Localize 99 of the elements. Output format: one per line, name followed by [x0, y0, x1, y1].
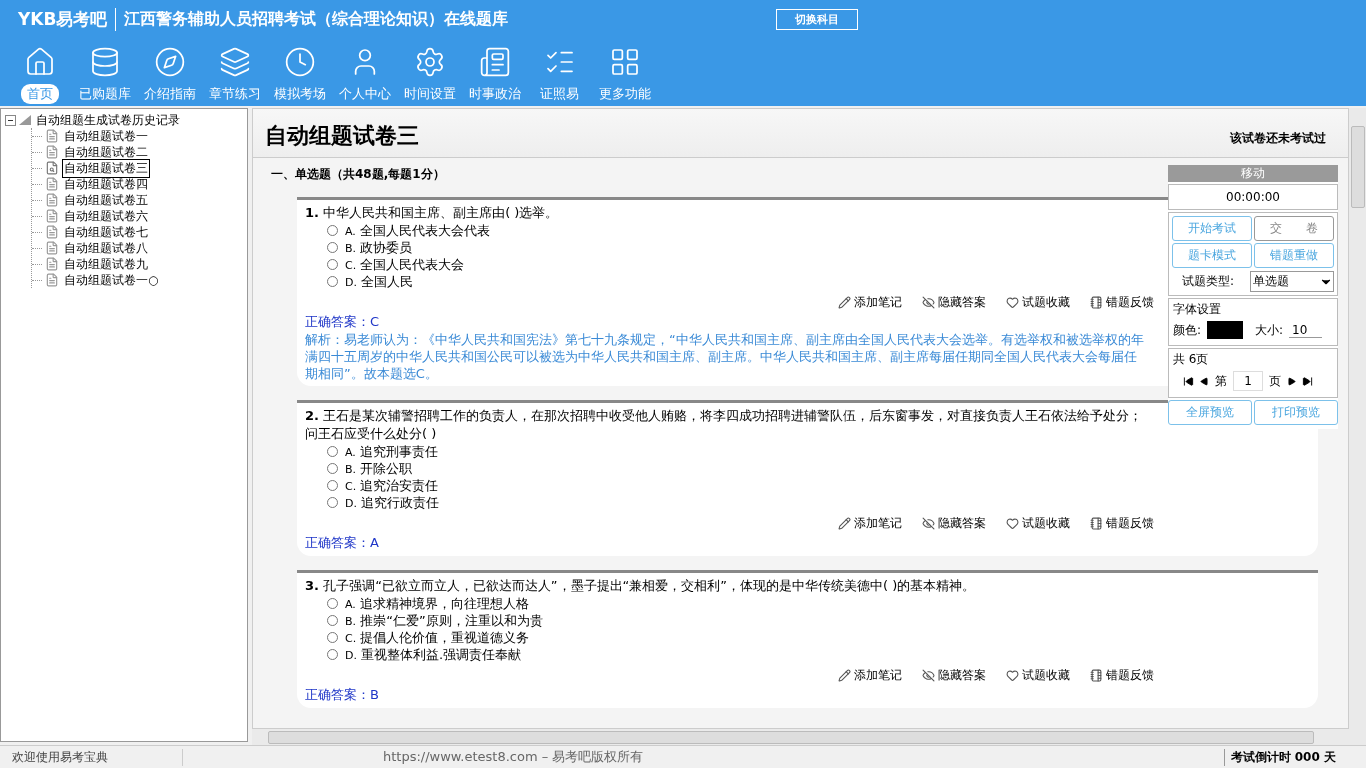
document-icon [45, 225, 59, 239]
document-icon [45, 257, 59, 271]
panel-button[interactable]: 交 卷 [1254, 216, 1334, 241]
type-label: 试题类型: [1182, 273, 1235, 290]
radio-button[interactable] [327, 225, 338, 236]
question-action-link[interactable]: 隐藏答案 [922, 667, 986, 684]
vertical-scrollbar[interactable] [1349, 108, 1366, 729]
previous-page-icon[interactable] [1200, 376, 1209, 386]
last-page-icon[interactable] [1302, 375, 1313, 387]
exam-countdown: 考试倒计时 000 天 [1223, 748, 1336, 766]
radio-button[interactable] [327, 242, 338, 253]
question-action-link[interactable]: 隐藏答案 [922, 515, 986, 532]
document-icon [45, 129, 59, 143]
question-stem: 2. 王石是某次辅警招聘工作的负责人，在那次招聘中收受他人贿赂，将李四成功招聘进辅警队伍，后东窗事发，对直接负责人王石依法给予处分；问王石应受什么处分( ) [305, 407, 1144, 443]
correct-answer: 正确答案：C [305, 313, 380, 331]
option-text: A. 全国人民代表大会代表 [345, 221, 490, 240]
radio-button[interactable] [327, 598, 338, 609]
question-stem: 1. 中华人民共和国主席、副主席由( )选举。 [305, 204, 559, 222]
hidden-eye-icon [922, 517, 935, 530]
question-stem: 3. 孔子强调“已欲立而立人，已欲达而达人”，墨子提出“兼相爱，交相利”，体现的是中华传统美德中( )的基本精神。 [305, 577, 976, 595]
document-icon [45, 177, 59, 191]
compass-icon[interactable] [153, 46, 186, 78]
heart-icon [1006, 517, 1019, 530]
welcome-text: 欢迎使用易考宝典 [0, 748, 183, 766]
option-text: B. 开除公职 [345, 459, 413, 478]
radio-button[interactable] [327, 276, 338, 287]
radio-button[interactable] [327, 649, 338, 660]
question-action-link[interactable]: 隐藏答案 [922, 294, 986, 311]
hidden-eye-icon [922, 296, 935, 309]
heart-icon [1006, 669, 1019, 682]
radio-button[interactable] [327, 480, 338, 491]
radio-button[interactable] [327, 259, 338, 270]
radio-button[interactable] [327, 497, 338, 508]
first-page-icon[interactable] [1183, 375, 1194, 387]
question-action-link[interactable]: 错题反馈 [1090, 667, 1154, 684]
folder-triangle-icon [19, 115, 31, 125]
heart-icon [1006, 296, 1019, 309]
clock-icon[interactable] [283, 46, 316, 78]
pencil-icon [838, 296, 851, 309]
option-text: B. 政协委员 [345, 238, 413, 257]
paper-title: 自动组题试卷三 [265, 122, 419, 150]
app-logo: YKB易考吧 [18, 7, 117, 31]
page-suffix: 页 [1269, 372, 1281, 390]
pencil-icon [838, 669, 851, 682]
question-action-link[interactable]: 试题收藏 [1006, 667, 1070, 684]
hidden-eye-icon [922, 669, 935, 682]
document-icon [45, 241, 59, 255]
tree-item[interactable]: 自动组题试卷三 [62, 158, 150, 178]
color-label: 颜色: [1173, 321, 1202, 339]
pencil-icon [838, 517, 851, 530]
question-action-link[interactable]: 添加笔记 [838, 667, 902, 684]
font-size-field[interactable]: 10 [1289, 322, 1323, 338]
question-action-link[interactable]: 试题收藏 [1006, 515, 1070, 532]
question-action-link[interactable]: 错题反馈 [1090, 294, 1154, 311]
font-settings-legend: 字体设置 [1173, 301, 1333, 318]
section-heading: 一、单选题（共48题,每题1分） [271, 166, 445, 183]
question-action-link[interactable]: 添加笔记 [838, 515, 902, 532]
document-icon [45, 145, 59, 159]
answer-explanation: 解析：易老师认为：《中华人民共和国宪法》第七十九条规定，“中华人民共和国主席、副主席由全国人民代表大会选举。有选举权和被选举权的年满四十五周岁的中华人民共和国公民可以被选为中华人民共和国主席、副主席。中华人民共和国主席、副主席每届任期同全国人民代表大会每届任期相同”。故本题选C。 [305, 331, 1145, 382]
radio-button[interactable] [327, 632, 338, 643]
option-text: D. 全国人民 [345, 272, 414, 291]
app-title: 江西警务辅助人员招聘考试（综合理论知识）在线题库 [123, 8, 510, 30]
question-action-link[interactable]: 试题收藏 [1006, 294, 1070, 311]
notebook-icon [1090, 517, 1103, 530]
next-page-icon[interactable] [1287, 376, 1296, 386]
page-count-legend: 共 6页 [1173, 351, 1333, 368]
option-text: A. 追求精神境界，向往理想人格 [345, 594, 529, 613]
copyright-text: https://www.etest8.com – 易考吧版权所有 [383, 748, 644, 766]
option-text: C. 追究治安责任 [345, 476, 439, 495]
layers-icon[interactable] [218, 46, 251, 78]
question-type-select[interactable]: 单选题 [1250, 271, 1334, 292]
paper-status: 该试卷还未考试过 [1230, 130, 1326, 147]
radio-button[interactable] [327, 615, 338, 626]
document-icon [45, 209, 59, 223]
option-text: C. 提倡人伦价值，重视道德义务 [345, 628, 530, 647]
color-swatch[interactable] [1207, 321, 1244, 339]
correct-answer: 正确答案：B [305, 686, 379, 704]
question-action-link[interactable]: 添加笔记 [838, 294, 902, 311]
notebook-icon [1090, 296, 1103, 309]
option-text: B. 推崇“仁爱”原则，注重以和为贵 [345, 611, 543, 630]
option-text: C. 全国人民代表大会 [345, 255, 465, 274]
option-text: D. 追究行政责任 [345, 493, 440, 512]
horizontal-scrollbar[interactable] [252, 729, 1366, 745]
page-prefix: 第 [1215, 372, 1227, 390]
document-icon [45, 273, 59, 287]
question-action-link[interactable]: 错题反馈 [1090, 515, 1154, 532]
correct-answer: 正确答案：A [305, 534, 379, 552]
option-text: D. 重视整体利益.强调责任奉献 [345, 645, 522, 664]
document-icon [45, 193, 59, 207]
size-label: 大小: [1255, 321, 1284, 339]
radio-button[interactable] [327, 446, 338, 457]
newspaper-icon[interactable] [478, 46, 511, 78]
notebook-icon [1090, 669, 1103, 682]
collapse-toggle[interactable] [5, 114, 16, 126]
radio-button[interactable] [327, 463, 338, 474]
page-number-field[interactable]: 1 [1233, 371, 1263, 391]
exam-timer: 00:00:00 [1168, 184, 1338, 210]
option-text: A. 追究刑事责任 [345, 442, 438, 461]
document-pin-icon [45, 161, 59, 175]
